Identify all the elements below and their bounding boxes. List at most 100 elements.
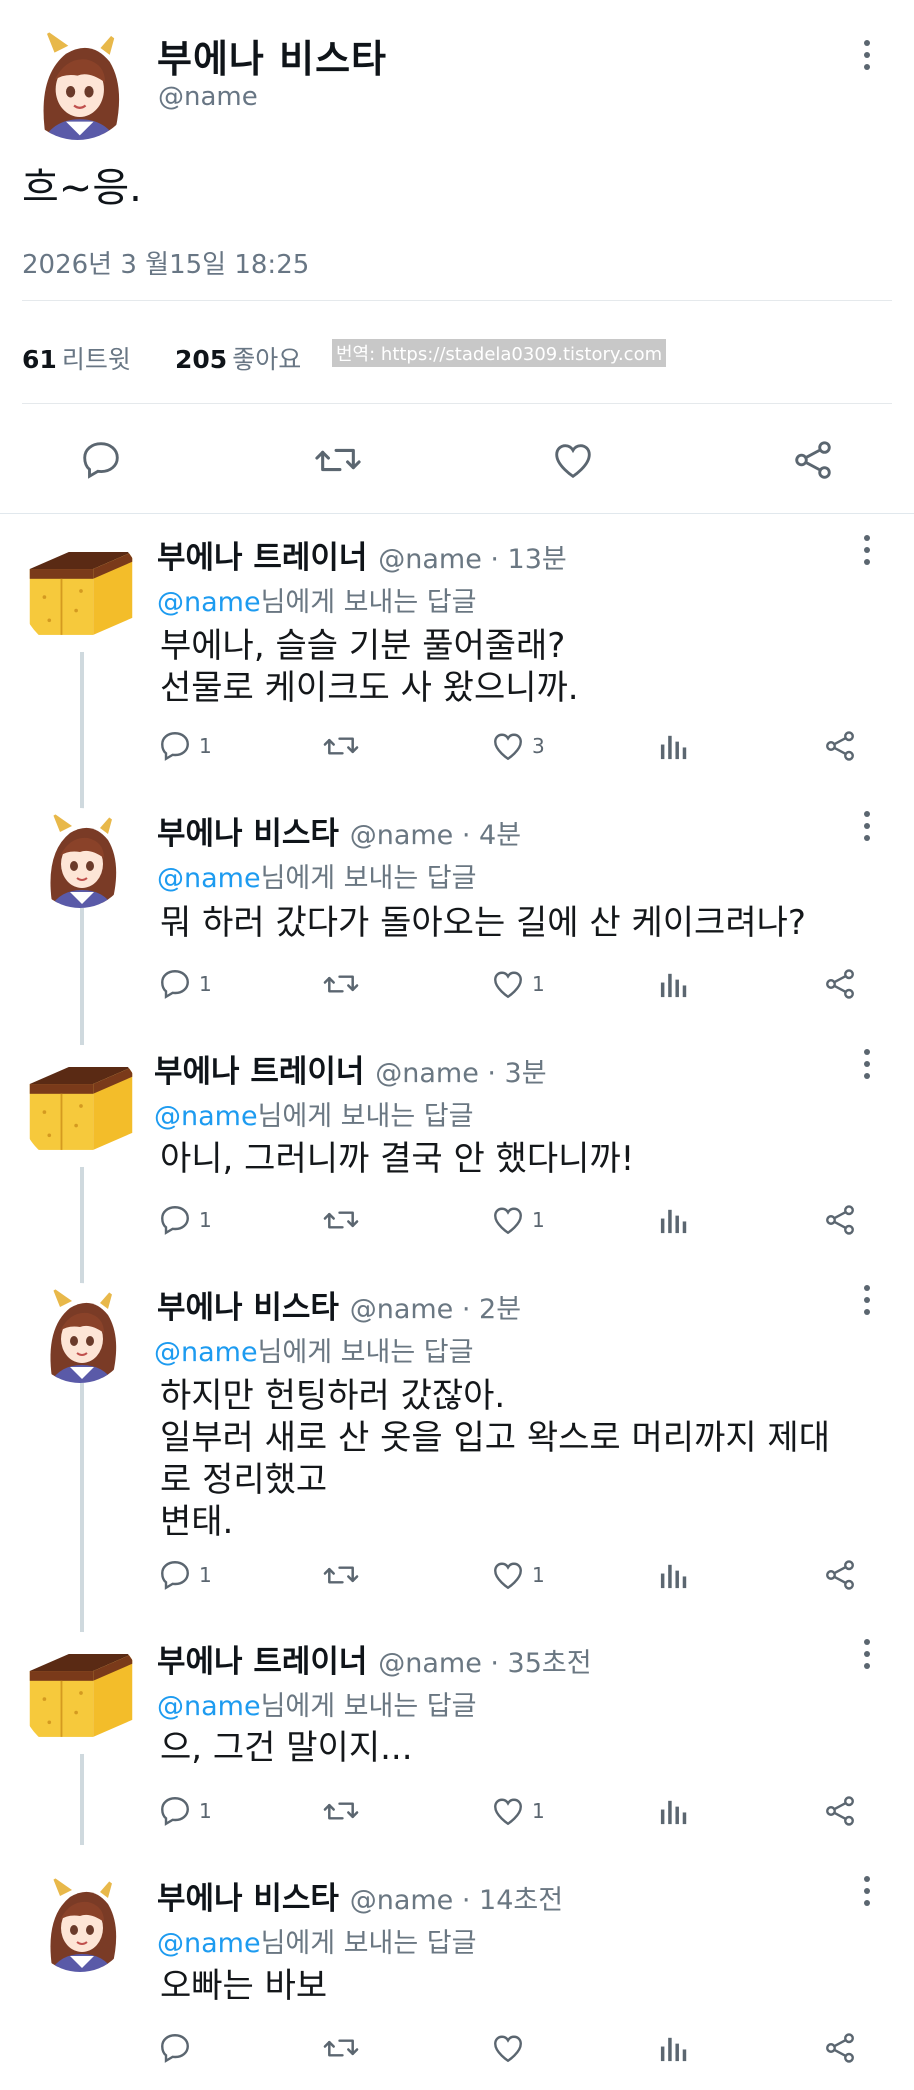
views-icon[interactable] <box>659 1795 689 1827</box>
reply-text: 오빠는 바보 <box>160 1966 328 2006</box>
share-action[interactable] <box>822 966 858 1002</box>
reply-count: 1 <box>199 734 212 758</box>
avatar-buena-vista[interactable] <box>20 25 135 140</box>
retweet-action[interactable] <box>322 2030 360 2066</box>
reply-meta[interactable]: @name · 14초전 <box>350 1885 563 1916</box>
main-timestamp[interactable]: 2026년 3 월15일 18:25 <box>22 244 309 281</box>
like-action[interactable]: 1 <box>490 1202 545 1238</box>
views-icon[interactable] <box>659 968 689 1000</box>
reply-author[interactable]: 부에나 트레이너 @name · 13분 <box>157 532 567 577</box>
retweet-icon[interactable] <box>313 437 363 487</box>
share-icon[interactable] <box>790 437 836 487</box>
main-more-icon[interactable] <box>857 35 877 75</box>
avatar-cake[interactable] <box>20 1632 142 1754</box>
like-count: 1 <box>532 1208 545 1232</box>
reply-author[interactable]: 부에나 트레이너 @name · 3분 <box>154 1046 547 1091</box>
divider <box>0 513 914 514</box>
reply-author-name[interactable]: 부에나 트레이너 <box>157 1644 367 1680</box>
reply-text: 하지만 헌팅하러 갔잖아. 일부러 새로 산 옷을 입고 왁스로 머리까지 제대… <box>160 1376 830 1542</box>
reply-author[interactable]: 부에나 비스타 @name · 4분 <box>157 808 521 853</box>
views-icon[interactable] <box>659 2032 689 2064</box>
share-action[interactable] <box>822 2030 858 2066</box>
share-action[interactable] <box>822 1793 858 1829</box>
reply-meta[interactable]: @name · 4분 <box>350 820 521 851</box>
views-icon[interactable] <box>659 1204 689 1236</box>
reply-action[interactable]: 1 <box>157 966 212 1002</box>
reply-to: @name님에게 보내는 답글 <box>154 1330 473 1369</box>
reply-author-name[interactable]: 부에나 트레이너 <box>157 540 367 576</box>
like-count: 1 <box>532 1563 545 1587</box>
reply-count: 1 <box>199 1208 212 1232</box>
retweet-stat[interactable]: 61 리트윗 <box>22 340 131 376</box>
like-action[interactable]: 1 <box>490 1557 545 1593</box>
reply-to-handle[interactable]: @name <box>157 587 261 618</box>
retweet-action[interactable] <box>322 728 360 764</box>
share-action[interactable] <box>822 1557 858 1593</box>
main-handle[interactable]: @name <box>158 82 258 112</box>
retweet-count: 61 <box>22 345 57 374</box>
reply-to-handle[interactable]: @name <box>157 863 261 894</box>
reply-text: 뭐 하러 갔다가 돌아오는 길에 산 케이크려나? <box>160 903 806 943</box>
like-count: 205 <box>175 345 228 374</box>
translation-watermark: 번역: https://stadela0309.tistory.com <box>332 339 667 367</box>
reply-more-icon[interactable] <box>857 1280 877 1320</box>
reply-more-icon[interactable] <box>857 1871 877 1911</box>
share-action[interactable] <box>822 728 858 764</box>
reply-count: 1 <box>199 1799 212 1823</box>
reply-author-name[interactable]: 부에나 비스타 <box>157 1881 339 1917</box>
reply-text: 부에나, 슬슬 기분 풀어줄래? 선물로 케이크도 사 왔으니까. <box>160 626 579 708</box>
main-display-name[interactable]: 부에나 비스타 <box>157 28 387 83</box>
avatar-cake[interactable] <box>20 530 142 652</box>
like-action[interactable]: 1 <box>490 1793 545 1829</box>
reply-author[interactable]: 부에나 트레이너 @name · 35초전 <box>157 1636 592 1681</box>
like-stat[interactable]: 205 좋아요 <box>175 340 301 376</box>
like-action[interactable] <box>490 2030 532 2066</box>
avatar-cake[interactable] <box>20 1045 142 1167</box>
reply-count: 1 <box>199 972 212 996</box>
like-count: 3 <box>532 734 545 758</box>
retweet-action[interactable] <box>322 966 360 1002</box>
reply-author[interactable]: 부에나 비스타 @name · 2분 <box>157 1282 521 1327</box>
reply-author-name[interactable]: 부에나 비스타 <box>157 1290 339 1326</box>
reply-action[interactable]: 1 <box>157 1793 212 1829</box>
reply-more-icon[interactable] <box>857 1044 877 1084</box>
avatar-buena-vista[interactable] <box>30 808 130 908</box>
reply-more-icon[interactable] <box>857 1634 877 1674</box>
like-action[interactable]: 3 <box>490 728 545 764</box>
like-count: 1 <box>532 972 545 996</box>
reply-to-handle[interactable]: @name <box>154 1101 258 1132</box>
retweet-action[interactable] <box>322 1793 360 1829</box>
reply-to-handle[interactable]: @name <box>157 1928 261 1959</box>
reply-meta[interactable]: @name · 13분 <box>378 544 567 575</box>
reply-author-name[interactable]: 부에나 비스타 <box>157 816 339 852</box>
reply-to: @name님에게 보내는 답글 <box>157 1684 476 1723</box>
reply-more-icon[interactable] <box>857 806 877 846</box>
reply-author-name[interactable]: 부에나 트레이너 <box>154 1054 364 1090</box>
reply-to-suffix: 님에게 보내는 답글 <box>260 1691 477 1722</box>
like-action[interactable]: 1 <box>490 966 545 1002</box>
reply-to-handle[interactable]: @name <box>157 1691 261 1722</box>
reply-to-suffix: 님에게 보내는 답글 <box>260 863 477 894</box>
retweet-action[interactable] <box>322 1202 360 1238</box>
reply-meta[interactable]: @name · 3분 <box>375 1058 546 1089</box>
reply-to-handle[interactable]: @name <box>154 1337 258 1368</box>
views-icon[interactable] <box>659 730 689 762</box>
reply-meta[interactable]: @name · 35초전 <box>378 1648 591 1679</box>
reply-meta[interactable]: @name · 2분 <box>350 1294 521 1325</box>
reply-author[interactable]: 부에나 비스타 @name · 14초전 <box>157 1873 563 1918</box>
main-tweet-text: 흐~응. <box>22 165 142 211</box>
reply-icon[interactable] <box>78 437 124 487</box>
reply-action[interactable]: 1 <box>157 1557 212 1593</box>
reply-to: @name님에게 보내는 답글 <box>157 580 476 619</box>
avatar-buena-vista[interactable] <box>30 1283 130 1383</box>
reply-to-suffix: 님에게 보내는 답글 <box>257 1337 474 1368</box>
reply-more-icon[interactable] <box>857 530 877 570</box>
avatar-buena-vista[interactable] <box>30 1872 130 1972</box>
share-action[interactable] <box>822 1202 858 1238</box>
reply-action[interactable]: 1 <box>157 728 212 764</box>
heart-icon[interactable] <box>550 437 596 487</box>
reply-action[interactable]: 1 <box>157 1202 212 1238</box>
views-icon[interactable] <box>659 1559 689 1591</box>
reply-action[interactable] <box>157 2030 199 2066</box>
retweet-action[interactable] <box>322 1557 360 1593</box>
